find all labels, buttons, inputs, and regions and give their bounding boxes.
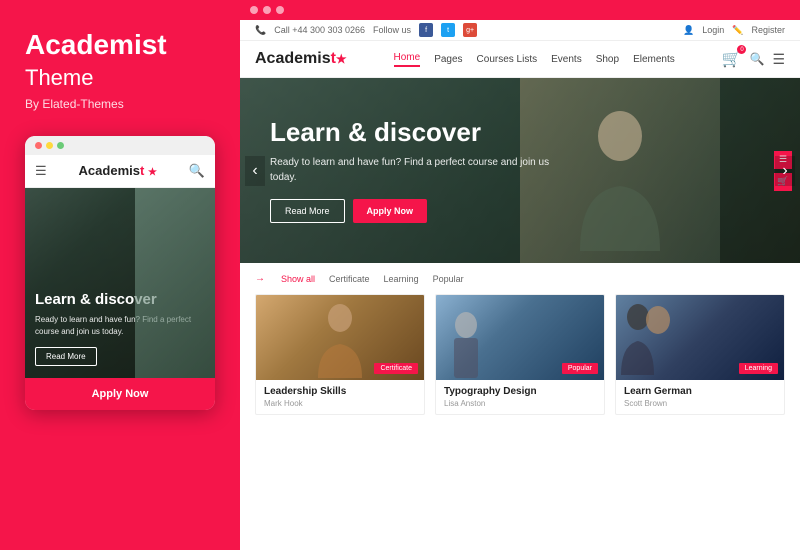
nav-search-icon[interactable]: 🔍 (749, 52, 764, 66)
browser-chrome (240, 0, 800, 20)
person2-svg (436, 305, 496, 380)
nav-link-courses[interactable]: Courses Lists (477, 54, 538, 65)
course-card-3-title: Learn German (624, 386, 776, 397)
mobile-dot-yellow (46, 142, 53, 149)
nav-link-elements[interactable]: Elements (633, 54, 675, 65)
mobile-logo-star: ★ (148, 167, 157, 178)
hero-desc: Ready to learn and have fun? Find a perf… (270, 155, 550, 185)
mobile-nav: ☰ Academist ★ 🔍 (25, 155, 215, 188)
cart-icon[interactable]: 🛒 0 (722, 49, 742, 69)
nav-link-shop[interactable]: Shop (596, 54, 619, 65)
cart-badge: 0 (737, 45, 746, 54)
course-card-2-author: Lisa Anston (444, 399, 596, 408)
googleplus-icon[interactable]: g+ (463, 23, 477, 37)
mobile-search-icon[interactable]: 🔍 (189, 163, 205, 179)
course-card-2-title: Typography Design (444, 386, 596, 397)
nav-logo: Academist★ (255, 50, 347, 68)
nav-link-events[interactable]: Events (551, 54, 582, 65)
mobile-hero: Learn & discover Ready to learn and have… (25, 188, 215, 378)
mobile-nav-logo: Academist ★ (79, 163, 157, 178)
course-card-3-badge: Learning (739, 363, 778, 374)
course-card-3: Learning Learn German Scott Brown (615, 294, 785, 415)
hero-person-image (520, 78, 720, 263)
mobile-apply-now-button[interactable]: Apply Now (25, 378, 215, 410)
nav-links: Home Pages Courses Lists Events Shop Ele… (394, 52, 675, 67)
mobile-dots (25, 136, 215, 155)
course-card-1: Certificate Leadership Skills Mark Hook (255, 294, 425, 415)
courses-section: → Show all Certificate Learning Popular (240, 263, 800, 550)
phone-number: Call +44 300 303 0266 (274, 25, 365, 35)
course-cards: Certificate Leadership Skills Mark Hook (255, 294, 785, 415)
nav-hamburger-icon[interactable]: ☰ (772, 51, 785, 68)
hero-apply-now-button[interactable]: Apply Now (353, 199, 428, 223)
nav-link-pages[interactable]: Pages (434, 54, 462, 65)
hero-buttons: Read More Apply Now (270, 199, 550, 223)
hero-prev-arrow[interactable]: ‹ (245, 156, 265, 186)
hero-read-more-button[interactable]: Read More (270, 199, 345, 223)
mobile-dot-red (35, 142, 42, 149)
main-nav: Academist★ Home Pages Courses Lists Even… (240, 41, 800, 78)
mobile-hamburger-icon[interactable]: ☰ (35, 163, 47, 179)
mobile-hero-person-image (135, 188, 215, 378)
course-card-2-image: Popular (436, 295, 604, 380)
nav-logo-star: ★ (336, 52, 347, 66)
facebook-icon[interactable]: f (419, 23, 433, 37)
hero-section: Learn & discover Ready to learn and have… (240, 78, 800, 263)
course-card-1-badge: Certificate (374, 363, 418, 374)
browser-dot-2 (263, 6, 271, 14)
filter-arrow-icon: → (255, 273, 265, 284)
course-card-1-title: Leadership Skills (264, 386, 416, 397)
course-card-2-badge: Popular (562, 363, 598, 374)
course-card-3-image: Learning (616, 295, 784, 380)
hero-title: Learn & discover (270, 118, 550, 147)
filter-tab-showall[interactable]: Show all (281, 274, 315, 284)
twitter-icon[interactable]: t (441, 23, 455, 37)
hero-next-arrow[interactable]: › (775, 156, 795, 186)
hero-content: Learn & discover Ready to learn and have… (270, 118, 550, 223)
mobile-dot-green (57, 142, 64, 149)
website: 📞 Call +44 300 303 0266 Follow us f t g+… (240, 20, 800, 550)
nav-icons: 🛒 0 🔍 ☰ (722, 49, 785, 69)
course-card-1-image: Certificate (256, 295, 424, 380)
person3-svg (616, 295, 676, 375)
course-card-2: Popular Typography Design Lisa Anston (435, 294, 605, 415)
phone-icon: 📞 (255, 25, 266, 36)
course-card-1-author: Mark Hook (264, 399, 416, 408)
left-panel: Academist Theme By Elated-Themes ☰ Acade… (0, 0, 240, 550)
browser-dot-1 (250, 6, 258, 14)
brand-sub: Theme (25, 65, 215, 91)
user-icon: 👤 (683, 25, 694, 36)
course-card-1-info: Leadership Skills Mark Hook (256, 380, 424, 414)
browser-dot-3 (276, 6, 284, 14)
nav-link-home[interactable]: Home (394, 52, 421, 67)
filter-tab-certificate[interactable]: Certificate (329, 274, 370, 284)
course-card-3-author: Scott Brown (624, 399, 776, 408)
top-bar-left: 📞 Call +44 300 303 0266 Follow us f t g+ (255, 23, 477, 37)
course-card-3-info: Learn German Scott Brown (616, 380, 784, 414)
top-bar: 📞 Call +44 300 303 0266 Follow us f t g+… (240, 20, 800, 41)
mobile-logo-accent: t (140, 163, 144, 178)
register-icon: ✏️ (732, 25, 743, 36)
register-link[interactable]: Register (751, 25, 785, 35)
mobile-read-more-button[interactable]: Read More (35, 347, 97, 366)
follow-us-label: Follow us (373, 25, 411, 35)
mobile-mockup: ☰ Academist ★ 🔍 Learn & discover Ready t… (25, 136, 215, 410)
course-card-2-info: Typography Design Lisa Anston (436, 380, 604, 414)
filter-tab-popular[interactable]: Popular (433, 274, 464, 284)
brand-title: Academist (25, 30, 215, 61)
top-bar-right: 👤 Login ✏️ Register (683, 25, 785, 36)
login-link[interactable]: Login (702, 25, 724, 35)
person1-svg (310, 298, 370, 378)
brand-by: By Elated-Themes (25, 97, 215, 111)
right-panel: 📞 Call +44 300 303 0266 Follow us f t g+… (240, 0, 800, 550)
filter-tabs: → Show all Certificate Learning Popular (255, 273, 785, 284)
hero-person-svg (560, 91, 680, 251)
filter-tab-learning[interactable]: Learning (384, 274, 419, 284)
